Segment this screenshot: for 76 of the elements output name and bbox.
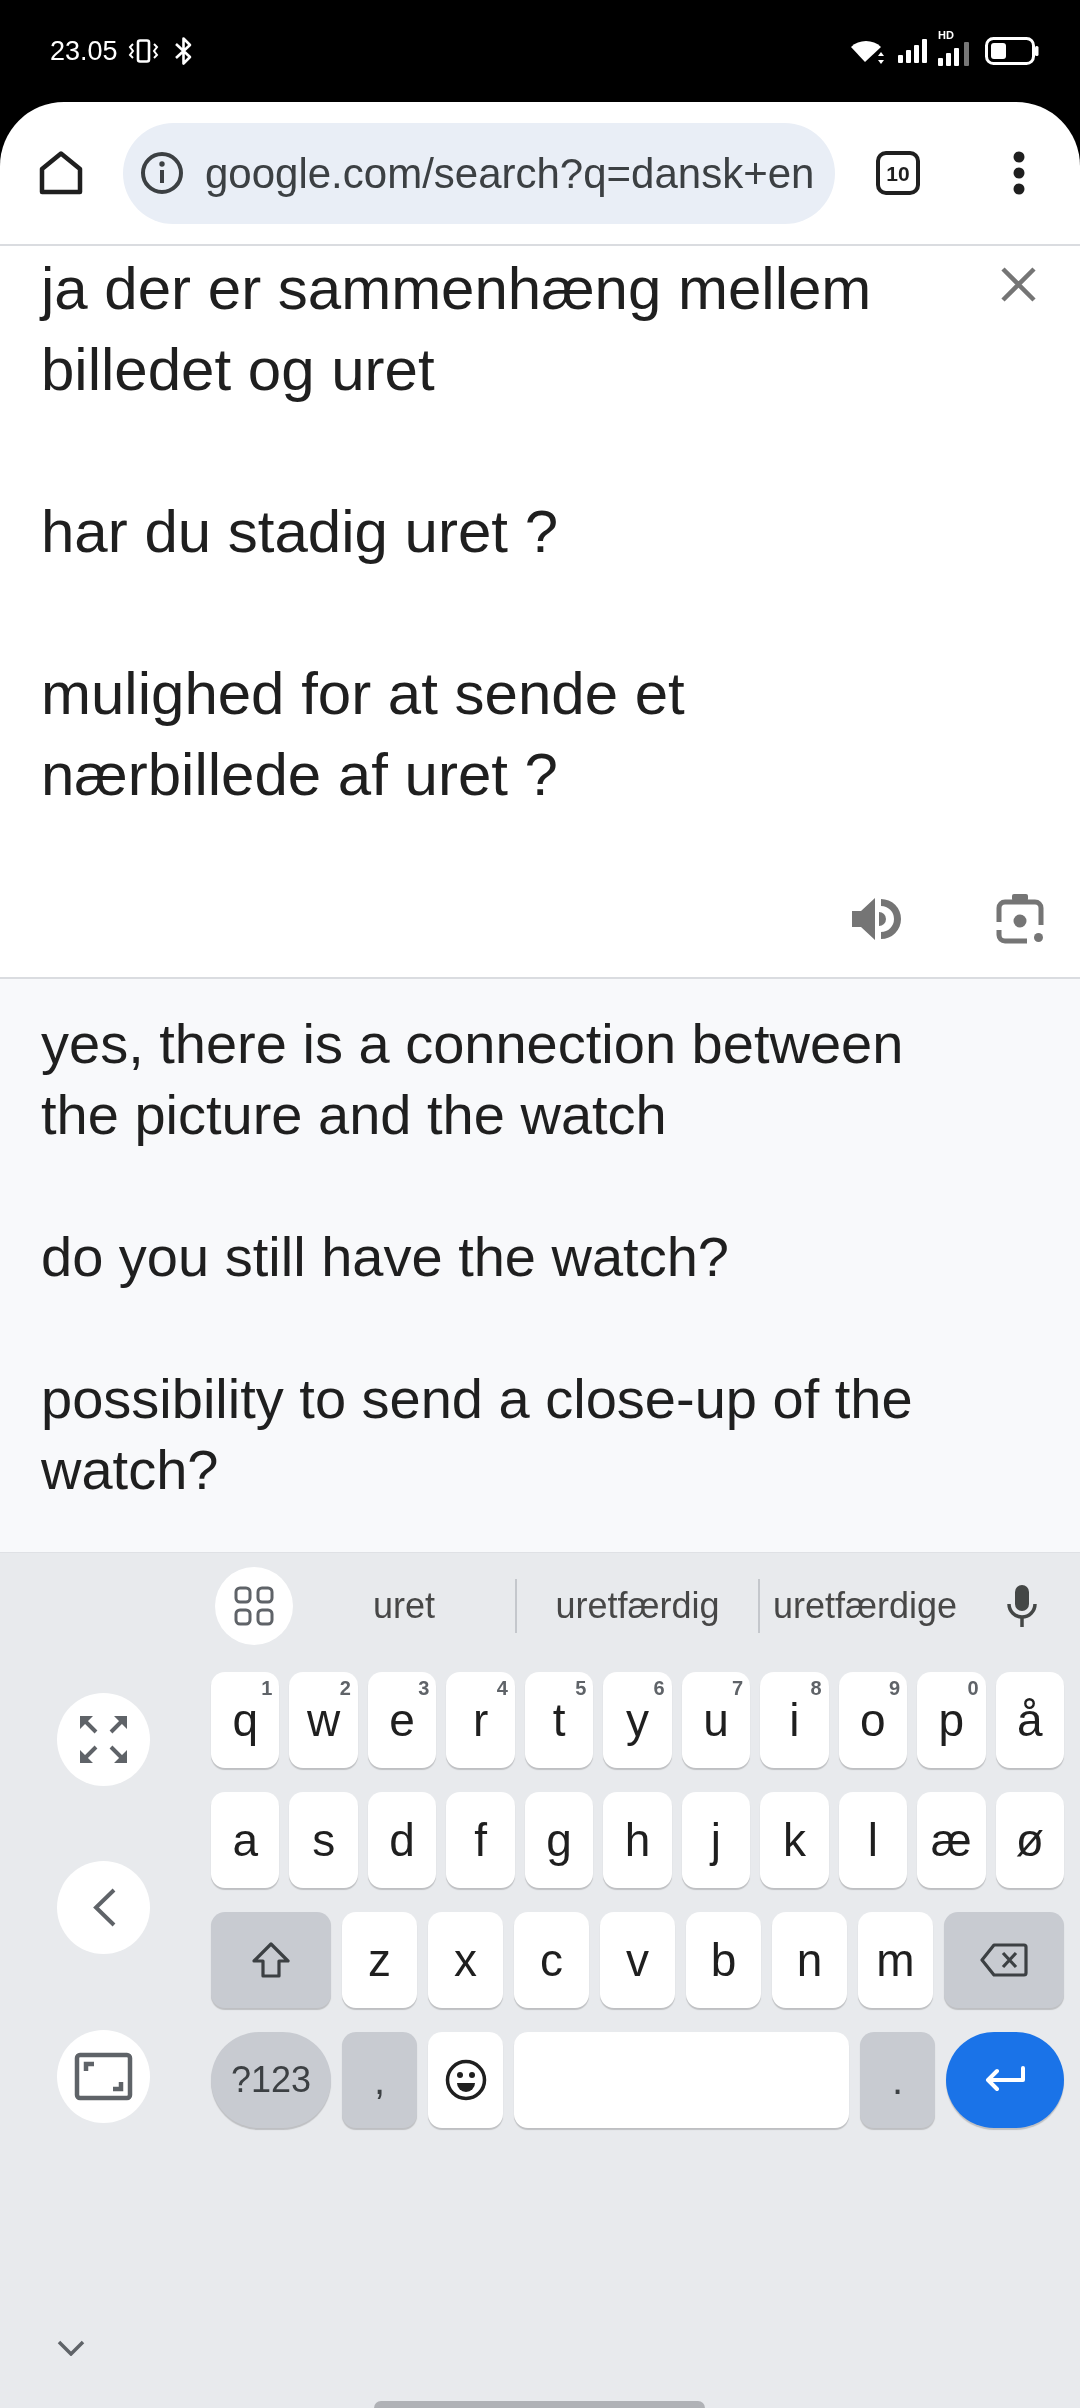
translated-text: do you still have the watch? <box>41 1224 730 1290</box>
letter-key[interactable]: k <box>760 1792 829 1888</box>
letter-key[interactable]: p 0 <box>917 1672 986 1768</box>
close-icon[interactable] <box>1000 266 1037 303</box>
letter-key[interactable]: d <box>367 1792 437 1888</box>
signal-icon <box>938 42 970 66</box>
letter-key[interactable]: m <box>858 1912 933 2008</box>
letter-key[interactable]: h <box>603 1792 672 1888</box>
speaker-icon[interactable] <box>852 895 902 943</box>
punctuation-key[interactable]: . <box>860 2032 935 2128</box>
wifi-icon <box>850 38 886 64</box>
punctuation-key[interactable]: , <box>342 2032 417 2128</box>
letter-key[interactable]: a <box>211 1792 280 1888</box>
vibrate-icon <box>126 39 160 63</box>
network-type-label: HD <box>938 30 954 41</box>
chevron-down-icon[interactable] <box>57 2340 85 2356</box>
letter-key[interactable]: b <box>686 1912 761 2008</box>
translated-text: yes, there is a connection between the picture and the watch <box>41 1011 905 1148</box>
backspace-key[interactable] <box>944 1912 1064 2008</box>
number-hint: 8 <box>810 1678 822 1698</box>
letter-key[interactable]: y 6 <box>603 1672 672 1768</box>
number-hint: 5 <box>575 1678 587 1698</box>
battery-icon <box>985 37 1039 65</box>
letter-key[interactable]: ø <box>995 1792 1064 1888</box>
letter-key[interactable]: w 2 <box>289 1672 358 1768</box>
enter-icon <box>983 2066 1027 2094</box>
suggestion[interactable]: uret <box>293 1567 515 1645</box>
signal-icon <box>898 39 928 63</box>
smiley-icon <box>444 2059 487 2101</box>
suggestion[interactable]: uretfærdig <box>517 1567 758 1645</box>
more-icon[interactable] <box>1013 151 1025 195</box>
backspace-icon <box>980 1943 1028 1977</box>
emoji-key[interactable] <box>428 2032 503 2128</box>
letter-key[interactable]: c <box>514 1912 589 2008</box>
home-icon[interactable] <box>38 150 84 196</box>
number-hint: 4 <box>496 1678 508 1698</box>
shift-key[interactable] <box>211 1912 331 2008</box>
grid-icon[interactable] <box>215 1567 293 1645</box>
letter-key[interactable]: e 3 <box>367 1672 437 1768</box>
frame-corners-icon[interactable] <box>56 2030 150 2123</box>
letter-key[interactable]: n <box>772 1912 847 2008</box>
letter-key[interactable]: i 8 <box>760 1672 829 1768</box>
number-hint: 1 <box>261 1678 273 1698</box>
letter-key[interactable]: r 4 <box>446 1672 515 1768</box>
number-hint: 9 <box>888 1678 901 1698</box>
tab-switcher-button[interactable]: 10 <box>876 151 920 195</box>
number-hint: 7 <box>732 1678 744 1698</box>
letter-key[interactable]: s <box>289 1792 358 1888</box>
letter-key[interactable]: t 5 <box>524 1672 594 1768</box>
letter-key[interactable]: æ <box>917 1792 986 1888</box>
camera-icon[interactable] <box>995 893 1045 945</box>
letter-key[interactable]: l <box>838 1792 908 1888</box>
translated-text: possibility to send a close-up of the watch? <box>41 1366 914 1503</box>
letter-key[interactable]: g <box>524 1792 594 1888</box>
suggestion[interactable]: uretfærdige <box>760 1567 970 1645</box>
letter-key[interactable]: u 7 <box>681 1672 751 1768</box>
status-time: 23.05 <box>50 37 118 65</box>
number-hint: 2 <box>339 1678 351 1698</box>
microphone-icon[interactable] <box>1006 1584 1038 1628</box>
letter-key[interactable]: f <box>446 1792 515 1888</box>
expand-arrows-icon[interactable] <box>56 1693 150 1786</box>
letter-key[interactable]: q 1 <box>211 1672 280 1768</box>
letter-key[interactable]: z <box>342 1912 417 2008</box>
letter-key[interactable]: o 9 <box>838 1672 908 1768</box>
letter-key[interactable]: å <box>995 1672 1064 1768</box>
letter-key[interactable]: v <box>600 1912 675 2008</box>
number-hint: 0 <box>967 1678 979 1698</box>
address-bar[interactable]: google.com/search?q=dansk+en <box>123 122 835 224</box>
symbols-key[interactable]: ?123 <box>211 2032 331 2128</box>
chevron-left-icon[interactable] <box>56 1861 150 1954</box>
letter-key[interactable]: j <box>681 1792 751 1888</box>
info-icon[interactable] <box>140 151 184 195</box>
letter-key[interactable]: x <box>428 1912 503 2008</box>
shift-icon <box>251 1941 291 1979</box>
number-hint: 3 <box>418 1678 430 1698</box>
number-hint: 6 <box>653 1678 665 1698</box>
